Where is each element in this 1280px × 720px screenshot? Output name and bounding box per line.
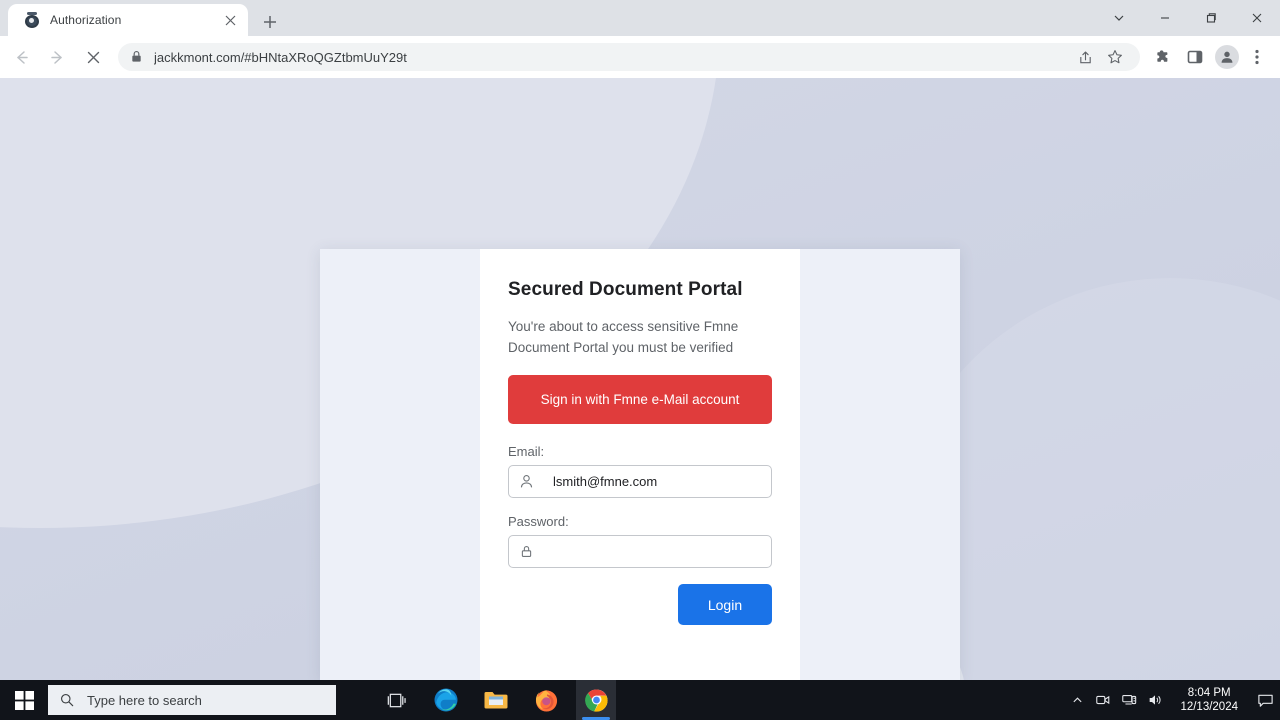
star-icon[interactable] bbox=[1102, 44, 1128, 70]
login-button[interactable]: Login bbox=[678, 584, 772, 625]
network-icon[interactable] bbox=[1116, 680, 1142, 720]
three-dot-menu-icon[interactable] bbox=[1242, 42, 1272, 72]
login-card: Secured Document Portal You're about to … bbox=[320, 249, 960, 680]
chevron-down-icon[interactable] bbox=[1096, 0, 1142, 36]
browser-toolbar: jackkmont.com/#bHNtaXRoQGZtbmUuY29t bbox=[0, 36, 1280, 78]
close-icon[interactable] bbox=[220, 10, 240, 30]
system-tray: 8:04 PM 12/13/2024 bbox=[1064, 680, 1280, 720]
windows-start-icon[interactable] bbox=[0, 680, 48, 720]
email-label: Email: bbox=[508, 444, 545, 459]
url-text: jackkmont.com/#bHNtaXRoQGZtbmUuY29t bbox=[154, 49, 407, 65]
profile-avatar-icon[interactable] bbox=[1212, 42, 1242, 72]
taskbar-search-box[interactable]: Type here to search bbox=[48, 685, 336, 715]
address-bar[interactable]: jackkmont.com/#bHNtaXRoQGZtbmUuY29t bbox=[118, 43, 1140, 71]
notification-icon[interactable] bbox=[1250, 680, 1280, 720]
card-form-panel: Secured Document Portal You're about to … bbox=[480, 249, 800, 680]
windows-taskbar: Type here to search 8:04 PM 12/13/2024 bbox=[0, 680, 1280, 720]
share-icon[interactable] bbox=[1072, 44, 1098, 70]
lock-icon bbox=[519, 544, 534, 559]
email-input[interactable] bbox=[553, 474, 761, 489]
globe-favicon bbox=[24, 12, 40, 28]
puzzle-piece-icon[interactable] bbox=[1148, 42, 1178, 72]
page-title: Secured Document Portal bbox=[508, 279, 743, 300]
window-controls bbox=[1096, 0, 1280, 36]
taskbar-apps bbox=[376, 680, 616, 720]
camera-icon[interactable] bbox=[1090, 680, 1116, 720]
tab-title: Authorization bbox=[50, 13, 122, 27]
email-field[interactable] bbox=[508, 465, 772, 498]
browser-tab[interactable]: Authorization bbox=[8, 4, 248, 36]
forward-arrow-icon[interactable] bbox=[42, 42, 72, 72]
sso-signin-button[interactable]: Sign in with Fmne e-Mail account bbox=[508, 375, 772, 424]
portal-description: You're about to access sensitive Fmne Do… bbox=[508, 319, 739, 355]
password-input[interactable] bbox=[553, 544, 761, 559]
browser-tab-strip: Authorization bbox=[0, 0, 1280, 36]
close-icon[interactable] bbox=[1234, 0, 1280, 36]
back-arrow-icon[interactable] bbox=[6, 42, 36, 72]
taskbar-clock[interactable]: 8:04 PM 12/13/2024 bbox=[1168, 680, 1250, 720]
password-field[interactable] bbox=[508, 535, 772, 568]
card-left-panel bbox=[320, 249, 480, 680]
minimize-icon[interactable] bbox=[1142, 0, 1188, 36]
search-icon bbox=[60, 693, 75, 708]
clock-time: 8:04 PM bbox=[1187, 687, 1231, 699]
clock-date: 12/13/2024 bbox=[1180, 701, 1238, 713]
task-view-icon[interactable] bbox=[376, 680, 416, 720]
folder-icon[interactable] bbox=[476, 680, 516, 720]
page-content: Secured Document Portal You're about to … bbox=[0, 78, 1280, 680]
login-button-row: Login bbox=[508, 584, 772, 625]
firefox-icon[interactable] bbox=[526, 680, 566, 720]
card-right-panel bbox=[800, 249, 960, 680]
taskbar-search-placeholder: Type here to search bbox=[87, 692, 202, 708]
password-label: Password: bbox=[508, 514, 569, 529]
stop-loading-icon[interactable] bbox=[78, 42, 108, 72]
volume-icon[interactable] bbox=[1142, 680, 1168, 720]
person-icon bbox=[519, 474, 534, 489]
edge-icon[interactable] bbox=[426, 680, 466, 720]
lock-icon bbox=[130, 50, 144, 64]
new-tab-button[interactable] bbox=[256, 8, 284, 36]
chrome-icon[interactable] bbox=[576, 680, 616, 720]
chevron-up-icon[interactable] bbox=[1064, 680, 1090, 720]
maximize-icon[interactable] bbox=[1188, 0, 1234, 36]
side-panel-icon[interactable] bbox=[1180, 42, 1210, 72]
screen: Authorization jackkmont.com/#bHNtaXRoQGZ… bbox=[0, 0, 1280, 720]
avatar bbox=[1215, 45, 1239, 69]
